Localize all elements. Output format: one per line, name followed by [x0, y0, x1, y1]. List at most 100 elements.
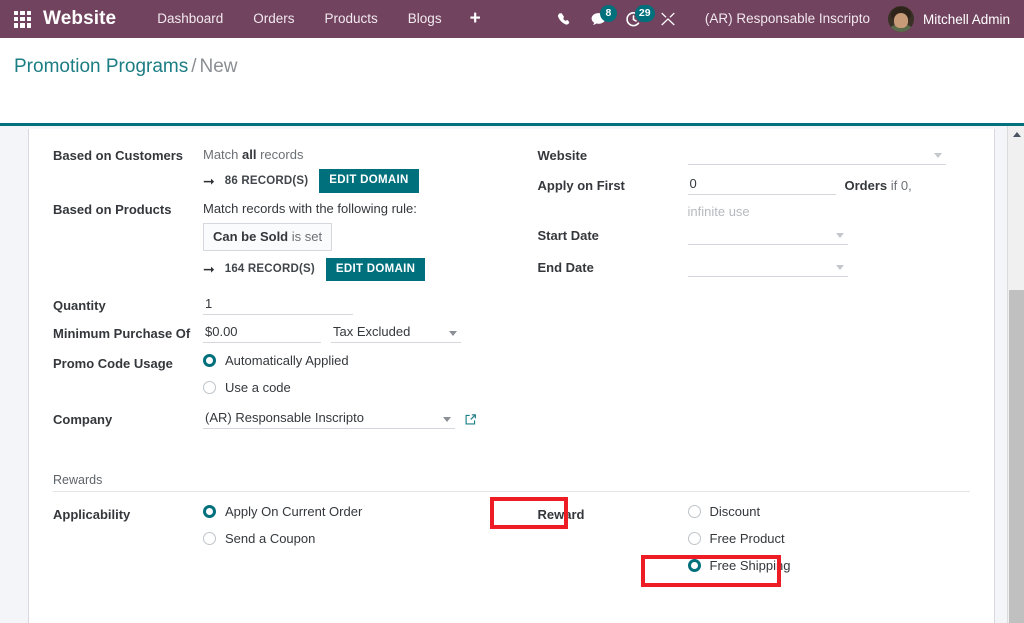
- minimum-purchase-amount-input[interactable]: [203, 323, 321, 343]
- menu-item-dashboard[interactable]: Dashboard: [142, 0, 238, 38]
- radio-marker: [688, 532, 701, 545]
- radio-label-send-a-coupon: Send a Coupon: [225, 531, 315, 546]
- label-reward: Reward: [538, 504, 688, 522]
- products-record-row: ➞ 164 RECORD(S) EDIT DOMAIN: [203, 258, 496, 282]
- arrow-right-icon: ➞: [203, 174, 215, 188]
- website-select[interactable]: [688, 145, 946, 165]
- user-menu[interactable]: Mitchell Admin: [884, 6, 1024, 32]
- edit-domain-customers-button[interactable]: EDIT DOMAIN: [319, 169, 418, 193]
- field-based-on-products: Based on Products Match records with the…: [53, 199, 496, 284]
- label-start-date: Start Date: [538, 225, 688, 243]
- radio-marker-selected: [688, 559, 701, 572]
- field-minimum-purchase: Minimum Purchase Of Tax Excluded: [53, 323, 496, 347]
- field-website: Website: [538, 145, 971, 169]
- scrollbar-thumb[interactable]: [1009, 290, 1024, 623]
- radio-label-free-product: Free Product: [710, 531, 785, 546]
- menu-item-add-new[interactable]: +: [457, 0, 494, 38]
- menu-item-blogs[interactable]: Blogs: [393, 0, 457, 38]
- products-rule-text: Match records with the following rule:: [203, 199, 496, 216]
- radio-discount[interactable]: Discount: [688, 504, 971, 519]
- apps-grid-icon[interactable]: [14, 11, 31, 28]
- field-quantity: Quantity: [53, 295, 496, 319]
- activities-clock-icon[interactable]: 29: [616, 0, 651, 38]
- radio-free-product[interactable]: Free Product: [688, 531, 971, 546]
- apply-on-first-suffix: Orders if 0,: [845, 178, 912, 195]
- radio-automatically-applied[interactable]: Automatically Applied: [203, 353, 496, 368]
- label-quantity: Quantity: [53, 295, 203, 313]
- grid-cell: [20, 11, 24, 15]
- top-navbar: Website Dashboard Orders Products Blogs …: [0, 0, 1024, 38]
- radio-send-a-coupon[interactable]: Send a Coupon: [203, 531, 496, 546]
- user-name-label: Mitchell Admin: [923, 12, 1010, 27]
- customers-record-count[interactable]: 86 RECORD(S): [225, 175, 309, 187]
- grid-cell: [27, 11, 31, 15]
- tax-mode-select-wrap: Tax Excluded: [331, 323, 461, 343]
- breadcrumb-current: New: [200, 56, 238, 77]
- customers-match-suffix: records: [256, 147, 303, 162]
- messages-icon[interactable]: 8: [581, 0, 616, 38]
- developer-tools-icon[interactable]: [651, 0, 685, 38]
- field-reward: Reward Discount Free Product: [538, 504, 971, 573]
- label-based-on-customers: Based on Customers: [53, 145, 203, 163]
- field-company: Company (AR) Responsable Inscripto: [53, 409, 496, 433]
- reward-column: Reward Discount Free Product: [512, 504, 971, 577]
- apply-on-first-input[interactable]: [688, 175, 836, 195]
- rewards-section: Rewards Applicability Apply On Current O…: [53, 473, 970, 577]
- customers-match-text: Match all records: [203, 145, 496, 162]
- rewards-group-title: Rewards: [53, 473, 970, 492]
- domain-operator: is set: [288, 229, 322, 244]
- end-date-input[interactable]: [688, 257, 848, 277]
- scroll-up-arrow-icon[interactable]: [1008, 126, 1024, 143]
- radio-marker: [203, 532, 216, 545]
- customers-match-strong[interactable]: all: [242, 147, 256, 162]
- left-column: Based on Customers Match all records ➞ 8…: [53, 145, 512, 437]
- menu-item-orders[interactable]: Orders: [238, 0, 309, 38]
- radio-apply-on-current-order[interactable]: Apply On Current Order: [203, 504, 496, 519]
- grid-cell: [27, 17, 31, 21]
- label-website: Website: [538, 145, 688, 163]
- vertical-scrollbar[interactable]: [1007, 126, 1024, 623]
- radio-marker-selected: [203, 505, 216, 518]
- company-select[interactable]: (AR) Responsable Inscripto: [203, 409, 455, 429]
- domain-node-can-be-sold[interactable]: Can be Sold is set: [203, 223, 332, 251]
- form-sheet: Based on Customers Match all records ➞ 8…: [28, 129, 995, 623]
- breadcrumb-promotion-programs[interactable]: Promotion Programs: [14, 56, 188, 77]
- label-applicability: Applicability: [53, 504, 203, 522]
- field-end-date: End Date: [538, 257, 971, 281]
- external-link-icon[interactable]: [464, 413, 477, 429]
- tax-mode-select[interactable]: Tax Excluded: [331, 323, 461, 343]
- menu-item-products[interactable]: Products: [310, 0, 393, 38]
- edit-domain-products-button[interactable]: EDIT DOMAIN: [326, 258, 425, 282]
- label-promo-code-usage: Promo Code Usage: [53, 353, 203, 371]
- radio-label-use-a-code: Use a code: [225, 380, 291, 395]
- field-apply-on-first: Apply on First Orders if 0, infinite use: [538, 175, 971, 219]
- radio-label-apply-on-current-order: Apply On Current Order: [225, 504, 362, 519]
- grid-cell: [20, 23, 24, 27]
- website-select-wrap: [688, 145, 946, 165]
- grid-cell: [14, 17, 18, 21]
- radio-use-a-code[interactable]: Use a code: [203, 380, 496, 395]
- app-brand-website[interactable]: Website: [43, 8, 116, 30]
- products-record-count[interactable]: 164 RECORD(S): [225, 263, 315, 275]
- systray: 8 29 (AR) Responsable Inscripto Mitchell…: [548, 0, 1024, 38]
- grid-cell: [20, 17, 24, 21]
- grid-cell: [27, 23, 31, 27]
- quantity-input[interactable]: [203, 295, 353, 315]
- active-company-selector[interactable]: (AR) Responsable Inscripto: [685, 0, 884, 38]
- main-field-group: Based on Customers Match all records ➞ 8…: [53, 145, 970, 437]
- rewards-field-group: Applicability Apply On Current Order Sen…: [53, 504, 970, 577]
- label-company: Company: [53, 409, 203, 427]
- apply-on-first-suffix-strong: Orders: [845, 178, 891, 193]
- phone-icon[interactable]: [548, 0, 581, 38]
- radio-free-shipping[interactable]: Free Shipping: [688, 558, 971, 573]
- odoo-app-window: Website Dashboard Orders Products Blogs …: [0, 0, 1024, 623]
- customers-record-row: ➞ 86 RECORD(S) EDIT DOMAIN: [203, 169, 496, 193]
- company-select-wrap: (AR) Responsable Inscripto: [203, 409, 455, 429]
- customers-match-prefix: Match: [203, 147, 242, 162]
- end-date-wrap: [688, 257, 848, 277]
- breadcrumb: Promotion Programs/New: [14, 56, 238, 78]
- messages-badge: 8: [600, 5, 617, 22]
- start-date-input[interactable]: [688, 225, 848, 245]
- radio-marker: [203, 381, 216, 394]
- radio-label-automatically-applied: Automatically Applied: [225, 353, 349, 368]
